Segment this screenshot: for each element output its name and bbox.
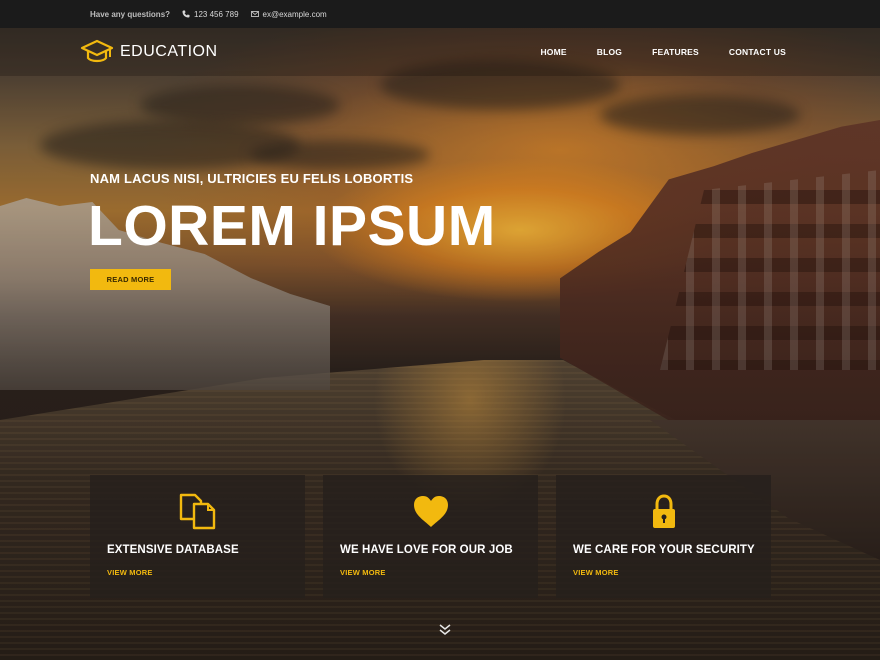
feature-card-security: WE CARE FOR YOUR SECURITY VIEW MORE: [556, 475, 771, 598]
site-logo[interactable]: EDUCATION: [80, 38, 218, 66]
top-info-bar: Have any questions? 123 456 789 ex@examp…: [0, 0, 880, 28]
nav-item-features[interactable]: FEATURES: [652, 47, 699, 57]
phone-icon: [182, 10, 190, 18]
lock-icon: [652, 494, 675, 528]
email-address: ex@example.com: [262, 9, 327, 19]
email-contact[interactable]: ex@example.com: [250, 9, 327, 19]
contact-question: Have any questions?: [90, 9, 171, 19]
heart-icon: [413, 496, 448, 527]
hero-title: LOREM IPSUM: [88, 194, 496, 258]
phone-number: 123 456 789: [194, 9, 239, 19]
feature-view-more-link[interactable]: VIEW MORE: [573, 568, 619, 577]
hero-subtitle: NAM LACUS NISI, ULTRICIES EU FELIS LOBOR…: [90, 171, 414, 186]
phone-contact[interactable]: 123 456 789: [182, 10, 239, 19]
feature-title: WE HAVE LOVE FOR OUR JOB: [340, 544, 513, 556]
feature-title: EXTENSIVE DATABASE: [107, 544, 239, 556]
feature-title: WE CARE FOR YOUR SECURITY: [573, 544, 755, 556]
graduation-cap-icon: [80, 39, 114, 63]
nav-item-home[interactable]: HOME: [540, 47, 566, 57]
feature-card-love: WE HAVE LOVE FOR OUR JOB VIEW MORE: [323, 475, 538, 598]
nav-menu: HOME BLOG FEATURES CONTACT US: [540, 28, 786, 76]
feature-view-more-link[interactable]: VIEW MORE: [107, 568, 153, 577]
read-more-button[interactable]: READ MORE: [90, 269, 171, 290]
brand-name: EDUCATION: [120, 43, 218, 60]
nav-item-contact-us[interactable]: CONTACT US: [729, 47, 786, 57]
chevron-double-down-icon[interactable]: [438, 624, 452, 636]
feature-view-more-link[interactable]: VIEW MORE: [340, 568, 386, 577]
main-navigation: EDUCATION HOME BLOG FEATURES CONTACT US: [0, 28, 880, 76]
documents-icon: [179, 493, 215, 530]
envelope-icon: [250, 11, 259, 17]
feature-card-database: EXTENSIVE DATABASE VIEW MORE: [90, 475, 305, 598]
nav-item-blog[interactable]: BLOG: [597, 47, 622, 57]
